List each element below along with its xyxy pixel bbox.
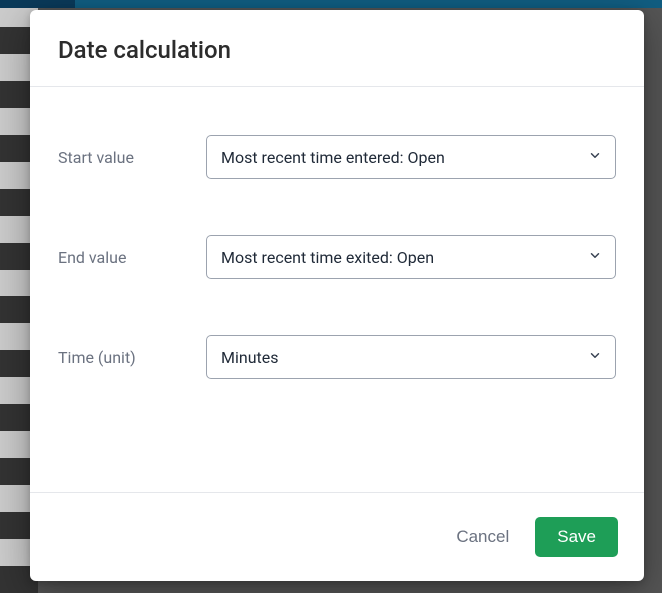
save-button[interactable]: Save bbox=[535, 517, 618, 557]
end-value-row: End value Most recent time exited: Open bbox=[58, 235, 616, 279]
modal-header: Date calculation bbox=[30, 10, 644, 87]
time-unit-row: Time (unit) Minutes bbox=[58, 335, 616, 379]
date-calculation-modal: Date calculation Start value Most recent… bbox=[30, 10, 644, 581]
start-value-selected: Most recent time entered: Open bbox=[221, 148, 445, 167]
end-value-selected: Most recent time exited: Open bbox=[221, 248, 434, 267]
time-unit-label: Time (unit) bbox=[58, 348, 206, 367]
end-value-label: End value bbox=[58, 248, 206, 267]
modal-title: Date calculation bbox=[58, 36, 616, 64]
start-value-select[interactable]: Most recent time entered: Open bbox=[206, 135, 616, 179]
start-value-row: Start value Most recent time entered: Op… bbox=[58, 135, 616, 179]
modal-footer: Cancel Save bbox=[30, 492, 644, 581]
time-unit-select[interactable]: Minutes bbox=[206, 335, 616, 379]
start-value-label: Start value bbox=[58, 148, 206, 167]
end-value-select[interactable]: Most recent time exited: Open bbox=[206, 235, 616, 279]
cancel-button[interactable]: Cancel bbox=[452, 519, 513, 555]
time-unit-selected: Minutes bbox=[221, 348, 279, 367]
modal-body: Start value Most recent time entered: Op… bbox=[30, 87, 644, 492]
